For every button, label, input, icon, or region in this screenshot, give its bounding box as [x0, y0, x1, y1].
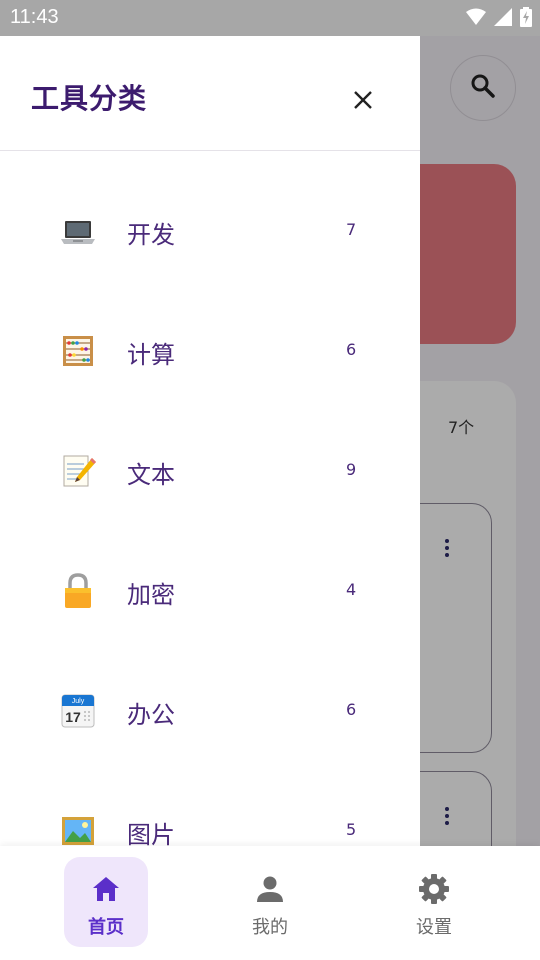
close-icon	[353, 90, 373, 114]
nav-label: 设置	[416, 917, 452, 938]
calendar-month: July	[72, 698, 85, 705]
category-label: 办公	[127, 701, 175, 729]
category-label: 计算	[127, 341, 175, 369]
category-label: 文本	[127, 461, 175, 489]
calendar-day: 17	[65, 709, 81, 725]
home-icon	[88, 871, 124, 907]
nav-label: 首页	[88, 917, 124, 938]
category-item-image[interactable]: 图片 5	[0, 771, 420, 846]
category-item-text[interactable]: 文本 9	[0, 411, 420, 531]
calendar-icon: July 17	[58, 693, 98, 729]
drawer-header: 工具分类	[0, 36, 420, 151]
drawer-title: 工具分类	[31, 82, 148, 115]
category-drawer: 工具分类 开发 7 计算 6 文本 9 加密 4 July 17 办公 6 图片…	[0, 36, 420, 846]
category-item-office[interactable]: July 17 办公 6	[0, 651, 420, 771]
person-icon	[252, 871, 288, 907]
status-bar: 11:43	[0, 0, 540, 36]
category-count: 7	[346, 220, 357, 239]
nav-settings[interactable]: 设置	[392, 857, 476, 947]
category-item-dev[interactable]: 开发 7	[0, 171, 420, 291]
laptop-icon	[58, 213, 98, 249]
nav-mine[interactable]: 我的	[228, 857, 312, 947]
category-count: 4	[346, 580, 357, 599]
picture-icon	[58, 813, 98, 846]
category-count: 5	[346, 820, 357, 839]
category-label: 加密	[127, 581, 175, 609]
status-time: 11:43	[10, 6, 59, 28]
close-button[interactable]	[343, 82, 383, 122]
nav-label: 我的	[252, 917, 288, 938]
wifi-icon	[466, 8, 486, 26]
category-count: 6	[346, 340, 357, 359]
category-count: 9	[346, 460, 357, 479]
abacus-icon	[58, 333, 98, 369]
lock-icon	[58, 573, 98, 609]
category-label: 开发	[127, 221, 175, 249]
category-label: 图片	[127, 821, 175, 846]
category-item-calc[interactable]: 计算 6	[0, 291, 420, 411]
signal-icon	[494, 8, 512, 26]
battery-icon	[520, 7, 532, 27]
category-count: 6	[346, 700, 357, 719]
bottom-navigation: 首页 我的 设置	[0, 846, 540, 960]
memo-icon	[58, 453, 98, 489]
category-item-encrypt[interactable]: 加密 4	[0, 531, 420, 651]
gear-icon	[416, 871, 452, 907]
nav-home[interactable]: 首页	[64, 857, 148, 947]
